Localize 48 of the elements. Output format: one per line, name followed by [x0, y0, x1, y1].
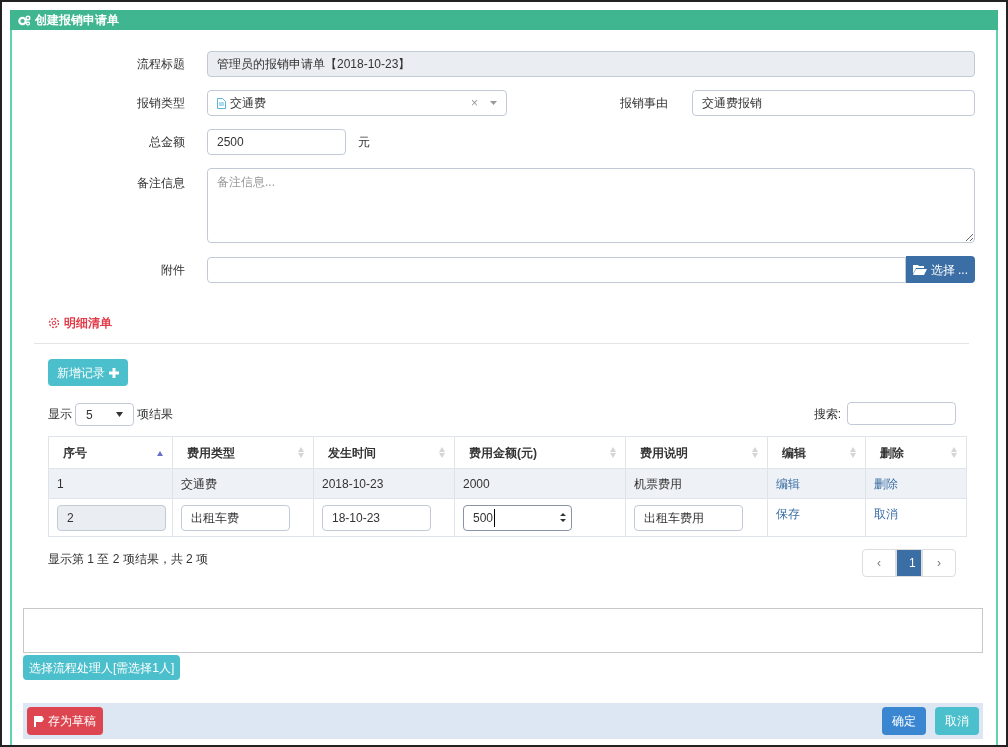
- field-label: 流程标题: [136, 56, 185, 73]
- confirm-button[interactable]: 确定: [882, 707, 926, 735]
- field-label: 附件: [160, 261, 185, 279]
- column-header[interactable]: 删除: [875, 443, 904, 462]
- column-header[interactable]: 编辑: [777, 443, 806, 462]
- type-select[interactable]: 交通费 ×: [207, 90, 507, 116]
- attachment-field[interactable]: [207, 256, 906, 283]
- table-cell: 1: [57, 476, 64, 491]
- length-label: 项结果: [137, 405, 173, 423]
- amount-field[interactable]: 2500: [207, 129, 346, 155]
- page-button[interactable]: ›: [922, 549, 956, 577]
- table-cell: 机票费用: [634, 476, 682, 491]
- document-icon: [217, 97, 226, 109]
- spinner-icon: [559, 512, 567, 523]
- flag-icon: [34, 715, 44, 727]
- caret-icon: [116, 412, 123, 417]
- gears-icon: [18, 14, 31, 26]
- page-length-select[interactable]: 5: [75, 403, 134, 426]
- page-button[interactable]: 1: [896, 549, 922, 577]
- section-title: 明细清单: [64, 315, 112, 332]
- table-cell: 2000: [463, 476, 490, 491]
- save-draft-button[interactable]: 存为草稿: [27, 707, 103, 735]
- search-field[interactable]: [847, 402, 956, 425]
- field-label: 报销类型: [136, 95, 185, 112]
- table-cell: 2018-10-23: [322, 476, 384, 491]
- unit-label: 元: [358, 134, 370, 151]
- caret-icon: [490, 101, 497, 105]
- gear-icon: [48, 317, 60, 329]
- cell-input[interactable]: 出租车费用: [634, 504, 743, 531]
- cell-input[interactable]: 18-10-23: [322, 504, 431, 531]
- field-label: 备注信息: [136, 175, 185, 192]
- search-label: 搜索:: [813, 405, 841, 423]
- window-title: 创建报销申请单: [35, 12, 119, 29]
- number-input[interactable]: 500: [463, 504, 572, 531]
- cell-input[interactable]: 2: [57, 504, 166, 531]
- cell-input[interactable]: 出租车费: [181, 504, 290, 531]
- choose-file-button[interactable]: 选择 ...: [905, 256, 975, 283]
- column-header[interactable]: 序号: [58, 443, 87, 462]
- table-info: 显示第 1 至 2 项结果，共 2 项: [48, 551, 209, 568]
- field-label: 总金额: [148, 134, 185, 151]
- remark-field[interactable]: 备注信息...: [207, 168, 975, 243]
- field-label: 报销事由: [619, 95, 668, 112]
- plus-icon: [109, 367, 119, 378]
- table-cell: 交通费: [181, 476, 217, 491]
- title-field[interactable]: 管理员的报销申请单【2018-10-23】: [207, 51, 975, 77]
- length-label: 显示: [48, 405, 72, 423]
- reason-field[interactable]: 交通费报销: [692, 90, 975, 116]
- folder-icon: [912, 264, 927, 275]
